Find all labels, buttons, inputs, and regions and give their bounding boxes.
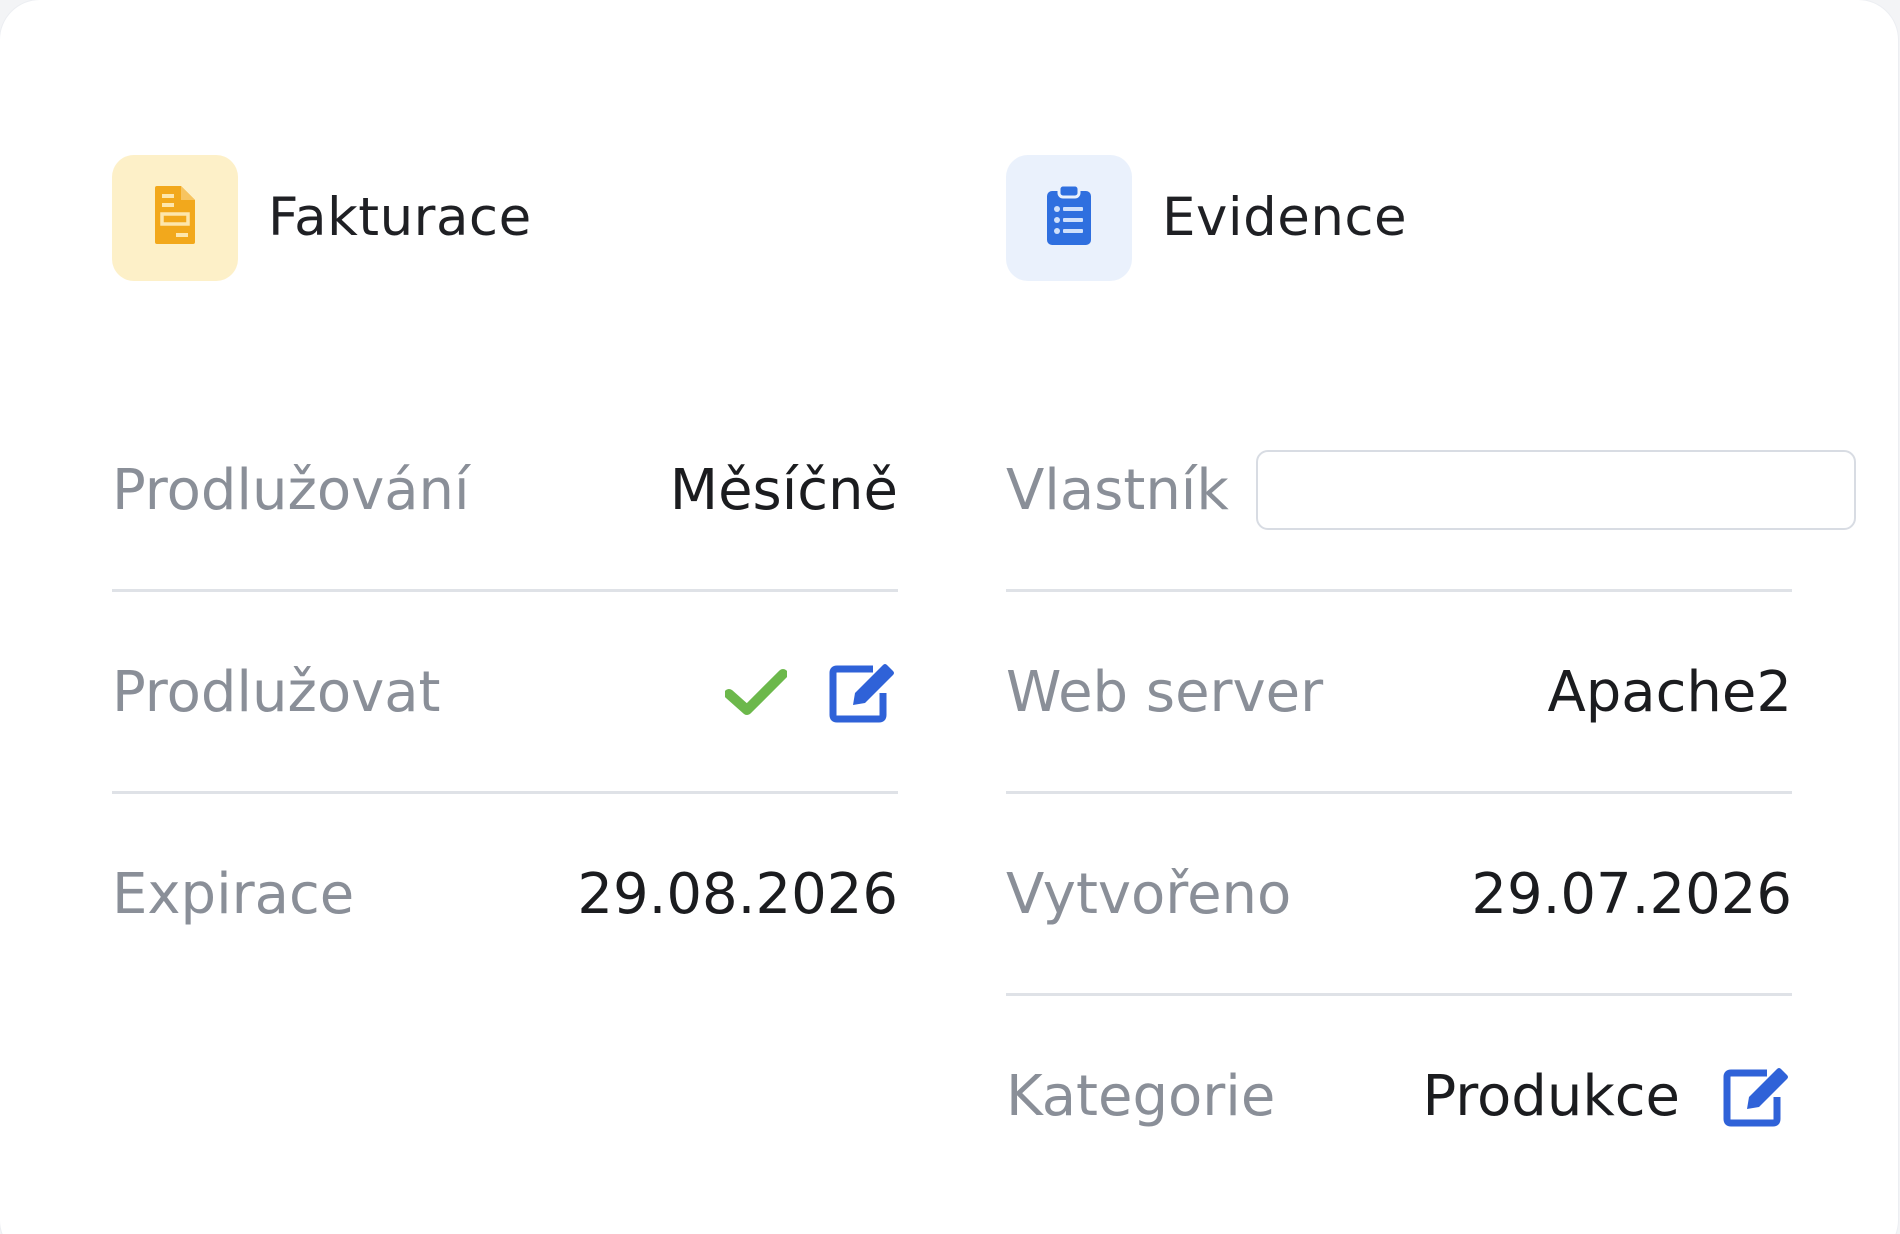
clipboard-list-icon xyxy=(1045,183,1093,252)
billing-title: Fakturace xyxy=(268,187,532,248)
created-label: Vytvořeno xyxy=(1006,861,1292,927)
web-server-row: Web server Apache2 xyxy=(1006,592,1792,792)
records-icon-box xyxy=(1006,154,1132,281)
auto-renew-row: Prodlužovat xyxy=(112,592,898,792)
edit-category-icon[interactable] xyxy=(1722,1061,1792,1131)
billing-header: Fakturace xyxy=(112,154,532,281)
check-icon xyxy=(724,660,788,724)
owner-input[interactable] xyxy=(1256,450,1856,530)
category-value: Produkce xyxy=(1422,1063,1680,1129)
category-controls: Produkce xyxy=(1422,1061,1792,1131)
edit-auto-renew-icon[interactable] xyxy=(828,657,898,727)
billing-icon-box xyxy=(112,154,238,281)
expiration-row: Expirace 29.08.2026 xyxy=(112,794,898,994)
renewal-period-value: Měsíčně xyxy=(669,457,898,523)
category-row: Kategorie Produkce xyxy=(1006,996,1792,1196)
expiration-label: Expirace xyxy=(112,861,355,927)
web-server-value: Apache2 xyxy=(1547,659,1792,725)
records-title: Evidence xyxy=(1162,187,1408,248)
auto-renew-controls xyxy=(724,657,898,727)
renewal-period-label: Prodlužování xyxy=(112,457,470,523)
owner-label: Vlastník xyxy=(1006,457,1229,523)
owner-row: Vlastník xyxy=(1006,390,1856,590)
records-header: Evidence xyxy=(1006,154,1408,281)
document-icon xyxy=(153,184,197,251)
created-row: Vytvořeno 29.07.2026 xyxy=(1006,794,1792,994)
category-label: Kategorie xyxy=(1006,1063,1276,1129)
auto-renew-label: Prodlužovat xyxy=(112,659,441,725)
renewal-period-row: Prodlužování Měsíčně xyxy=(112,390,898,590)
created-value: 29.07.2026 xyxy=(1471,861,1792,927)
web-server-label: Web server xyxy=(1006,659,1324,725)
expiration-value: 29.08.2026 xyxy=(577,861,898,927)
info-card: Fakturace Prodlužování Měsíčně Prodlužov… xyxy=(0,0,1898,1234)
